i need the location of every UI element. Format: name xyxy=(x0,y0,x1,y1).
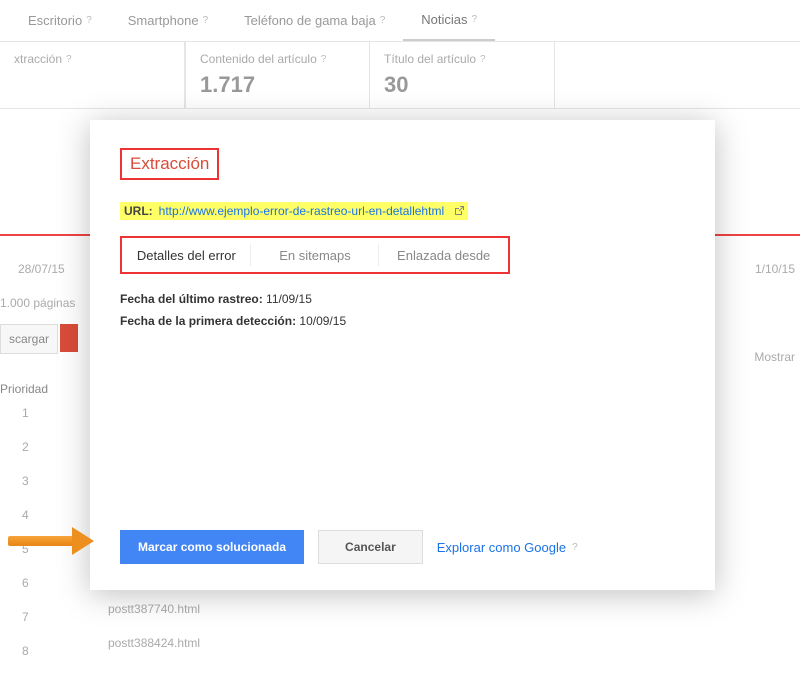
last-crawl-value: 11/09/15 xyxy=(266,292,312,306)
url-row: URL: http://www.ejemplo-error-de-rastreo… xyxy=(120,202,468,220)
first-detection-value: 10/09/15 xyxy=(299,314,346,328)
table-row-num: 5 xyxy=(0,532,100,566)
device-tabs: Escritorio? Smartphone? Teléfono de gama… xyxy=(0,0,800,42)
help-icon: ? xyxy=(472,14,478,25)
stats-row: xtracción? Contenido del artículo? 1.717… xyxy=(0,42,800,109)
table-row-num: 6 xyxy=(0,566,100,600)
tab-feature-phone[interactable]: Teléfono de gama baja? xyxy=(226,0,403,41)
stat-value: 30 xyxy=(384,72,540,98)
tab-desktop[interactable]: Escritorio? xyxy=(10,0,110,41)
url-label: URL: xyxy=(124,204,153,218)
stat-value: 1.717 xyxy=(200,72,355,98)
cancel-button[interactable]: Cancelar xyxy=(318,530,423,564)
stat-article-title[interactable]: Título del artículo? 30 xyxy=(370,42,555,108)
chart-date-start: 28/07/15 xyxy=(18,262,65,276)
tab-in-sitemaps[interactable]: En sitemaps xyxy=(251,238,380,272)
first-detection-label: Fecha de la primera detección: xyxy=(120,314,296,328)
stat-label: xtracción xyxy=(14,52,62,66)
external-link-icon[interactable] xyxy=(454,205,464,218)
stat-extraction[interactable]: xtracción? xyxy=(0,42,185,108)
left-column: 28/07/15 1.000 páginas scargar Prioridad… xyxy=(0,262,100,668)
tab-news[interactable]: Noticias? xyxy=(403,0,495,41)
detail-url-link[interactable]: http://www.ejemplo-error-de-rastreo-url-… xyxy=(159,204,444,218)
tab-linked-from[interactable]: Enlazada desde xyxy=(379,238,508,272)
table-row-num: 1 xyxy=(0,396,100,430)
tab-label: Smartphone xyxy=(128,13,199,28)
chart-date-end: 1/10/15 xyxy=(750,262,800,290)
table-row-num: 2 xyxy=(0,430,100,464)
detail-tabs: Detalles del error En sitemaps Enlazada … xyxy=(120,236,510,274)
help-icon: ? xyxy=(203,15,209,26)
table-row-num: 4 xyxy=(0,498,100,532)
error-detail-body: Fecha del último rastreo: 11/09/15 Fecha… xyxy=(120,288,685,332)
pages-count: 1.000 páginas xyxy=(0,290,100,316)
tab-label: Noticias xyxy=(421,12,467,27)
fetch-as-google-link[interactable]: Explorar como Google ? xyxy=(437,540,578,555)
table-row-num: 7 xyxy=(0,600,100,634)
stat-article-content[interactable]: Contenido del artículo? 1.717 xyxy=(185,42,370,108)
table-row-url[interactable]: postt388424.html xyxy=(108,636,200,650)
action-button[interactable] xyxy=(60,324,78,352)
table-row-num: 3 xyxy=(0,464,100,498)
stat-label: Contenido del artículo xyxy=(200,52,317,66)
help-icon: ? xyxy=(66,54,72,65)
right-column: 1/10/15 Mostrar xyxy=(750,262,800,364)
column-header-priority: Prioridad xyxy=(0,382,100,396)
dialog-title: Extracción xyxy=(120,148,219,180)
tab-label: Escritorio xyxy=(28,13,82,28)
tab-label: Teléfono de gama baja xyxy=(244,13,376,28)
download-button[interactable]: scargar xyxy=(0,324,58,354)
table-row-num: 8 xyxy=(0,634,100,668)
mark-as-fixed-button[interactable]: Marcar como solucionada xyxy=(120,530,304,564)
help-icon: ? xyxy=(321,54,327,65)
show-label[interactable]: Mostrar xyxy=(750,350,800,364)
stat-label: Título del artículo xyxy=(384,52,476,66)
help-icon: ? xyxy=(380,15,386,26)
tab-smartphone[interactable]: Smartphone? xyxy=(110,0,226,41)
help-icon: ? xyxy=(86,15,92,26)
tab-error-details[interactable]: Detalles del error xyxy=(122,238,251,272)
help-icon: ? xyxy=(480,54,486,65)
dialog-footer: Marcar como solucionada Cancelar Explora… xyxy=(120,530,685,564)
table-row-url[interactable]: postt387740.html xyxy=(108,602,200,616)
last-crawl-label: Fecha del último rastreo: xyxy=(120,292,263,306)
error-detail-dialog: Extracción URL: http://www.ejemplo-error… xyxy=(90,120,715,590)
help-icon: ? xyxy=(572,542,578,553)
link-label: Explorar como Google xyxy=(437,540,566,555)
